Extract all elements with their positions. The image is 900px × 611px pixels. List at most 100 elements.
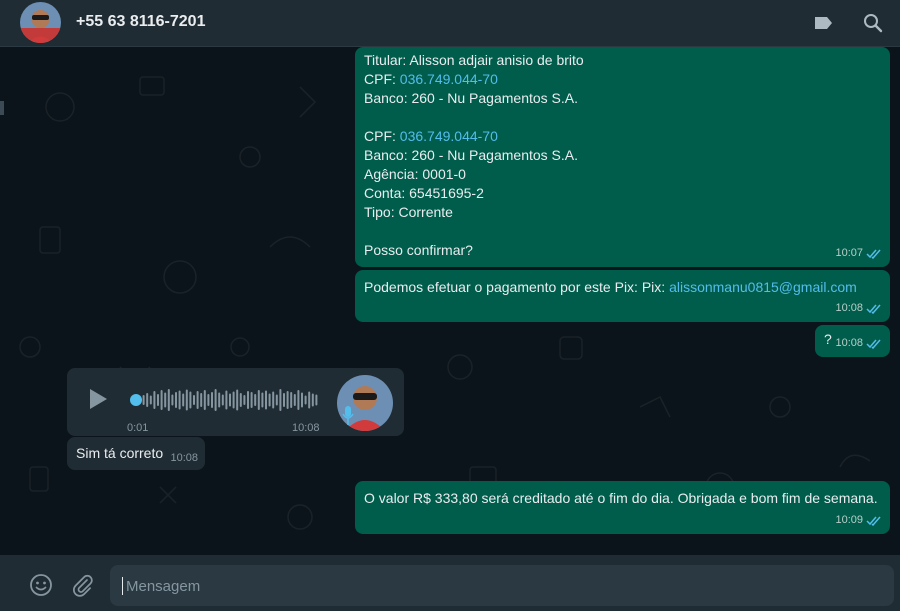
- message-meta: 10:08: [170, 449, 198, 468]
- waveform-bar: [286, 391, 289, 409]
- message-confirmation[interactable]: O valor R$ 333,80 será creditado até o f…: [355, 481, 890, 534]
- waveform-bar: [301, 392, 303, 408]
- waveform-bar: [315, 394, 318, 406]
- waveform-bar: [203, 390, 206, 410]
- waveform-bar: [229, 393, 231, 407]
- waveform-bar: [247, 391, 249, 409]
- message-input[interactable]: [124, 565, 888, 608]
- waveform-bar: [290, 392, 293, 408]
- waveform-bar: [265, 390, 267, 410]
- waveform-bar: [243, 395, 246, 405]
- search-icon[interactable]: [862, 12, 884, 34]
- cpf-link[interactable]: 036.749.044-70: [400, 71, 498, 87]
- message-time: 10:08: [835, 337, 863, 349]
- account-line: Conta: 65451695-2: [364, 185, 484, 201]
- waveform-bar: [279, 389, 282, 411]
- playback-handle[interactable]: [130, 394, 142, 406]
- waveform-bar: [182, 393, 185, 407]
- waveform-bar: [185, 389, 188, 411]
- waveform-bar: [218, 392, 221, 408]
- waveform-bar: [221, 394, 224, 406]
- waveform-bar: [275, 394, 278, 406]
- message-meta: 10:09: [835, 511, 882, 530]
- read-ticks-icon: [866, 339, 881, 349]
- message-meta: 10:08: [835, 334, 882, 353]
- waveform-bar: [175, 392, 177, 408]
- message-bank-details[interactable]: Titular: Alisson adjair anisio de brito …: [355, 47, 890, 267]
- waveform-bar: [236, 389, 239, 411]
- waveform-bar: [164, 392, 167, 408]
- waveform-bar: [311, 393, 314, 407]
- play-icon[interactable]: [87, 388, 109, 410]
- message-pix[interactable]: Podemos efetuar o pagamento por este Pix…: [355, 270, 890, 322]
- chat-header: +55 63 8116-7201: [0, 0, 900, 47]
- waveform-bar: [207, 394, 210, 406]
- waveform-bar: [254, 394, 257, 406]
- attach-icon[interactable]: [70, 573, 94, 597]
- waveform-bar: [272, 391, 275, 409]
- waveform-bar: [167, 389, 170, 411]
- waveform-bar: [308, 391, 311, 409]
- waveform-bar: [250, 392, 253, 408]
- waveform-bar: [225, 390, 228, 410]
- bank-line: Banco: 260 - Nu Pagamentos S.A.: [364, 90, 579, 106]
- contact-avatar[interactable]: [20, 2, 61, 43]
- read-ticks-icon: [866, 249, 881, 259]
- email-link[interactable]: alissonmanu0815@gmail.com: [669, 279, 857, 295]
- cpf-link[interactable]: 036.749.044-70: [400, 128, 498, 144]
- waveform-bar: [268, 393, 271, 407]
- waveform-bar: [160, 390, 163, 410]
- waveform-bar: [149, 395, 152, 405]
- waveform-bar: [239, 393, 242, 407]
- message-text: ?: [824, 331, 832, 347]
- microphone-icon: [342, 405, 354, 427]
- message-time: 10:08: [292, 422, 320, 434]
- message-input-box[interactable]: [110, 565, 894, 608]
- message-meta: 10:08: [835, 299, 882, 318]
- waveform-bar: [214, 389, 217, 411]
- question-line: Posso confirmar?: [364, 242, 473, 258]
- waveform-bar: [146, 393, 149, 407]
- waveform-bar: [196, 391, 199, 409]
- holder-label: Titular:: [364, 52, 410, 68]
- waveform-bar: [200, 393, 203, 407]
- read-ticks-icon: [866, 516, 881, 526]
- voice-message[interactable]: 0:01 10:08: [67, 368, 404, 436]
- message-text: O valor R$ 333,80 será creditado até o f…: [364, 490, 878, 506]
- cpf-label: CPF:: [364, 71, 400, 87]
- waveform-bar: [157, 394, 159, 406]
- read-ticks-icon: [866, 304, 881, 314]
- waveform-bar: [211, 392, 213, 408]
- label-icon[interactable]: [812, 12, 834, 34]
- waveform-bar: [171, 394, 174, 406]
- waveform-bar: [297, 390, 300, 410]
- message-text: Titular: Alisson adjair anisio de brito …: [364, 51, 584, 260]
- message-text: Podemos efetuar o pagamento por este Pix…: [364, 278, 857, 297]
- message-reply[interactable]: Sim tá correto 10:08: [67, 437, 205, 470]
- waveform-bar: [142, 395, 145, 405]
- waveform-bar: [261, 392, 264, 408]
- message-time: 10:09: [835, 514, 863, 526]
- waveform-bar: [293, 394, 296, 406]
- message-time: 10:08: [835, 302, 863, 314]
- message-text: Sim tá correto: [76, 445, 164, 461]
- scroll-indicator[interactable]: [0, 101, 4, 115]
- contact-name[interactable]: +55 63 8116-7201: [76, 13, 205, 31]
- emoji-icon[interactable]: [29, 573, 53, 597]
- chat-area[interactable]: Titular: Alisson adjair anisio de brito …: [0, 47, 900, 554]
- message-time: 10:08: [170, 452, 198, 464]
- cpf-label: CPF:: [364, 128, 400, 144]
- voice-waveform[interactable]: [129, 387, 319, 413]
- message-time: 10:07: [835, 247, 863, 259]
- text-caret: [122, 577, 123, 595]
- message-question[interactable]: ? 10:08: [815, 325, 890, 357]
- waveform-bar: [304, 395, 307, 405]
- message-meta: 10:07: [835, 244, 882, 263]
- bank-line: Banco: 260 - Nu Pagamentos S.A.: [364, 147, 579, 163]
- holder-name: Alisson adjair anisio de brito: [409, 52, 584, 68]
- pix-text: Podemos efetuar o pagamento por este Pix…: [364, 279, 670, 295]
- waveform-bar: [178, 390, 181, 410]
- waveform-bar: [283, 393, 285, 407]
- waveform-bar: [257, 390, 260, 410]
- voice-elapsed: 0:01: [127, 422, 149, 434]
